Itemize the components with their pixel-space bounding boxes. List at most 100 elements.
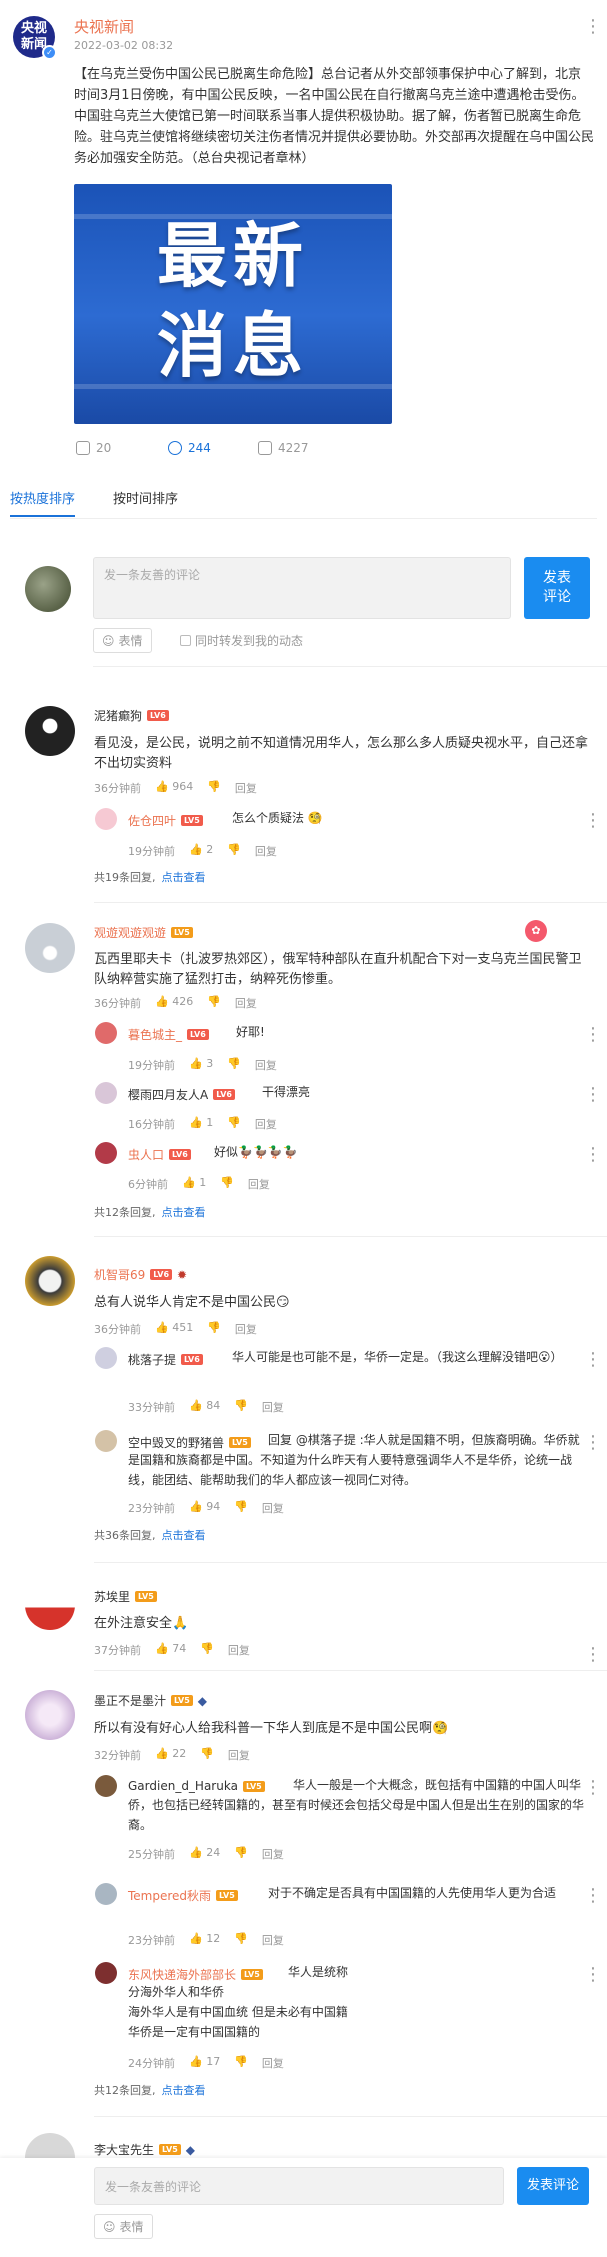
more-options-icon[interactable]: ⋮ bbox=[584, 1146, 602, 1164]
decoration-icon: ✿ bbox=[525, 920, 547, 942]
comment-meta: 32分钟前 👍 22 👎 回复 bbox=[94, 1747, 250, 1762]
comment-avatar[interactable] bbox=[25, 1580, 75, 1630]
comment-input[interactable]: 发一条友善的评论 bbox=[93, 557, 511, 619]
checkbox-icon bbox=[180, 635, 191, 646]
view-more-replies: 共36条回复, 点击查看 bbox=[94, 1529, 206, 1542]
like-button[interactable]: 4227 bbox=[258, 441, 309, 455]
comment-button[interactable]: 244 bbox=[168, 441, 211, 455]
reply-avatar[interactable] bbox=[95, 1883, 117, 1905]
comment-user[interactable]: 观遊观遊观遊 LV5 bbox=[94, 924, 193, 941]
smile-icon: ☺ bbox=[103, 2219, 116, 2234]
reply-avatar[interactable] bbox=[95, 808, 117, 830]
reply-text: 华人是统称 分海外华人和华侨 海外华人是有中国血统 但是未必有中国籍 华侨是一定… bbox=[128, 1965, 349, 2039]
divider bbox=[93, 666, 607, 667]
send-comment-button[interactable]: 发表 评论 bbox=[524, 557, 590, 619]
more-options-icon[interactable]: ⋮ bbox=[584, 1779, 602, 1797]
verified-icon: ✓ bbox=[42, 45, 57, 60]
more-options-icon[interactable]: ⋮ bbox=[584, 1887, 602, 1905]
tab-time[interactable]: 按时间排序 bbox=[113, 488, 178, 517]
tab-hot[interactable]: 按热度排序 bbox=[10, 488, 76, 517]
more-options-icon[interactable]: ⋮ bbox=[584, 812, 602, 830]
comment-user[interactable]: 苏埃里 LV5 bbox=[94, 1588, 157, 1605]
comment-avatar[interactable] bbox=[25, 1690, 75, 1740]
more-options-icon[interactable]: ⋮ bbox=[584, 1026, 602, 1044]
bottom-comment-input[interactable]: 发一条友善的评论 bbox=[94, 2167, 504, 2205]
comment-user[interactable]: 泥猪癫狗 LV6 bbox=[94, 707, 169, 724]
reply-text: 好似🦆🦆🦆🦆 bbox=[214, 1145, 298, 1159]
comment-text: 在外注意安全🙏 bbox=[94, 1616, 189, 1631]
comment-text: 总有人说华人肯定不是中国公民😏 bbox=[94, 1295, 290, 1310]
reply-text: 怎么个质疑法 🧐 bbox=[232, 811, 323, 825]
comment-avatar[interactable] bbox=[25, 923, 75, 973]
view-more-replies: 共19条回复, 点击查看 bbox=[94, 871, 206, 884]
post-content: 【在乌克兰受伤中国公民已脱离生命危险】总台记者从外交部领事保护中心了解到，北京时… bbox=[74, 64, 594, 169]
reply-user[interactable]: 佐仓四叶 LV5 bbox=[128, 812, 203, 829]
level-badge: LV5 bbox=[171, 1695, 193, 1706]
divider bbox=[94, 2116, 607, 2117]
reply-user[interactable]: 樱雨四月友人A LV6 bbox=[128, 1086, 235, 1103]
my-avatar[interactable] bbox=[25, 566, 71, 612]
reply-user[interactable]: 虫人口 LV6 bbox=[128, 1146, 191, 1163]
reply-text: 对于不确定是否具有中国国籍的人先使用华人更为合适 bbox=[268, 1886, 557, 1900]
reply-meta: 16分钟前 👍 1 👎 回复 bbox=[128, 1116, 277, 1131]
reply-meta: 24分钟前 👍 17 👎 回复 bbox=[128, 2055, 284, 2070]
reply-user[interactable]: 桃落子提 LV6 bbox=[128, 1351, 203, 1368]
comment-text: 所以有没有好心人给我科普一下华人到底是不是中国公民啊🧐 bbox=[94, 1721, 449, 1736]
reply-avatar[interactable] bbox=[95, 1082, 117, 1104]
repost-icon bbox=[76, 441, 90, 455]
bottom-send-button[interactable]: 发表评论 bbox=[517, 2167, 589, 2205]
divider bbox=[94, 902, 607, 903]
bottom-emoji-button[interactable]: ☺ 表情 bbox=[94, 2214, 153, 2239]
reply-meta: 25分钟前 👍 24 👎 回复 bbox=[128, 1846, 284, 1861]
divider bbox=[94, 1562, 607, 1563]
more-options-icon[interactable]: ⋮ bbox=[584, 1646, 602, 1664]
reply-avatar[interactable] bbox=[95, 1142, 117, 1164]
repost-button[interactable]: 20 bbox=[76, 441, 111, 455]
reply-user[interactable]: 暮色城主_ LV6 bbox=[128, 1026, 209, 1043]
more-options-icon[interactable]: ⋮ bbox=[584, 1966, 602, 1984]
reply-avatar[interactable] bbox=[95, 1430, 117, 1452]
comment-user[interactable]: 机智哥69 LV6 ✹ bbox=[94, 1266, 187, 1283]
reply-avatar[interactable] bbox=[95, 1022, 117, 1044]
comment-icon bbox=[168, 441, 182, 455]
flame-icon: ✹ bbox=[177, 1267, 188, 1282]
more-options-icon[interactable]: ⋮ bbox=[584, 18, 602, 36]
reply-meta: 33分钟前 👍 84 👎 回复 bbox=[128, 1399, 284, 1414]
post-headline: 【在乌克兰受伤中国公民已脱离生命危险】 bbox=[74, 67, 322, 82]
comment-avatar[interactable] bbox=[25, 1256, 75, 1306]
reply-avatar[interactable] bbox=[95, 1962, 117, 1984]
reply-avatar[interactable] bbox=[95, 1347, 117, 1369]
sync-repost-checkbox[interactable]: 同时转发到我的动态 bbox=[180, 632, 303, 649]
author-avatar[interactable]: 央视新闻 ✓ bbox=[13, 16, 57, 60]
emoji-button[interactable]: ☺ 表情 bbox=[93, 628, 152, 653]
comment-meta: 36分钟前 👍 426 👎 回复 bbox=[94, 995, 257, 1010]
divider bbox=[94, 1236, 607, 1237]
dislike-icon[interactable]: 👎 bbox=[207, 780, 221, 796]
view-more-replies: 共12条回复, 点击查看 bbox=[94, 1206, 206, 1219]
author-name[interactable]: 央视新闻 bbox=[74, 16, 134, 37]
comment-text: 看见没，是公民，说明之前不知道情况用华人，怎么那么多人质疑央视水平，自己还拿不出… bbox=[94, 736, 589, 771]
reply-avatar[interactable] bbox=[95, 1775, 117, 1797]
more-options-icon[interactable]: ⋮ bbox=[584, 1086, 602, 1104]
comment-user[interactable]: 李大宝先生 LV5 ◆ bbox=[94, 2141, 195, 2158]
more-options-icon[interactable]: ⋮ bbox=[584, 1351, 602, 1369]
reply-meta: 6分钟前 👍 1 👎 回复 bbox=[128, 1176, 270, 1191]
view-more-replies: 共12条回复, 点击查看 bbox=[94, 2084, 206, 2097]
divider bbox=[94, 1670, 607, 1671]
more-options-icon[interactable]: ⋮ bbox=[584, 1434, 602, 1452]
comment-user[interactable]: 墨正不是墨汁 LV5 ◆ bbox=[94, 1692, 207, 1709]
comment-avatar[interactable] bbox=[25, 706, 75, 756]
like-button[interactable]: 👍 964 bbox=[155, 780, 193, 796]
level-badge: LV6 bbox=[150, 1269, 173, 1280]
post-date: 2022-03-02 08:32 bbox=[74, 39, 174, 52]
comment-meta: 36分钟前 👍 964 👎 回复 bbox=[94, 780, 257, 796]
badge-icon: ◆ bbox=[185, 2142, 196, 2157]
post-image[interactable]: 最新 消息 bbox=[74, 184, 392, 424]
reply-meta: 23分钟前 👍 94 👎 回复 bbox=[128, 1500, 284, 1515]
level-badge: LV5 bbox=[171, 927, 193, 938]
level-badge: LV5 bbox=[159, 2144, 181, 2155]
smile-icon: ☺ bbox=[102, 633, 115, 648]
reply-button[interactable]: 回复 bbox=[235, 780, 257, 796]
reply-text: 华人一般是一个大概念，既包括有中国籍的中国人叫华侨，也包括已经转国籍的，甚至有时… bbox=[128, 1778, 585, 1832]
reply-text: 华人可能是也可能不是，华侨一定是。（我这么理解没错吧😮） bbox=[232, 1350, 563, 1364]
